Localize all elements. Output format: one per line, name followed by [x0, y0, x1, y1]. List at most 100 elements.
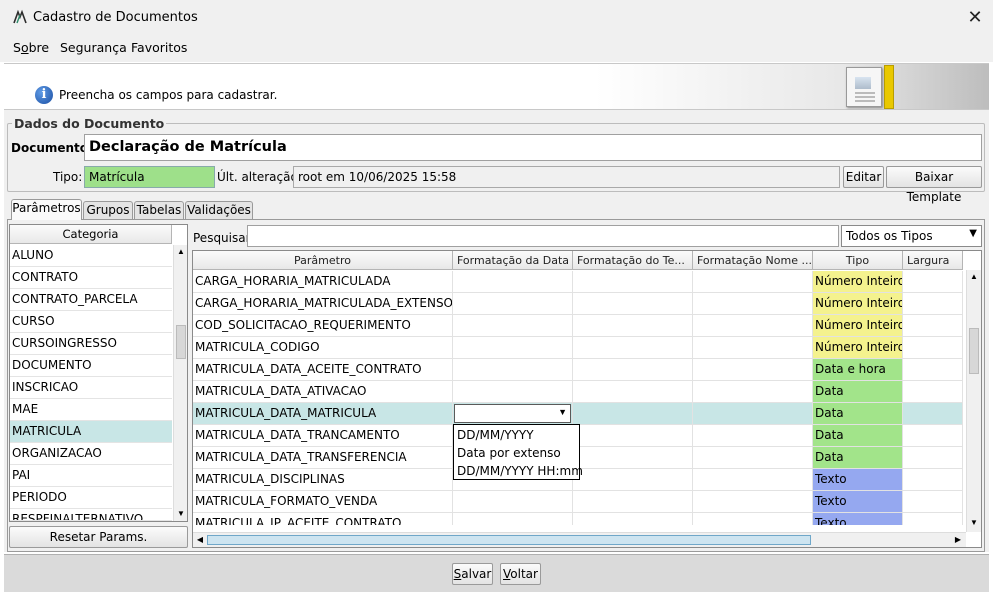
editar-button[interactable]: Editar [843, 166, 884, 188]
type-cell[interactable]: Texto [813, 513, 903, 525]
table-cell[interactable] [903, 315, 963, 337]
tab-grupos[interactable]: Grupos [83, 201, 133, 219]
table-cell[interactable] [573, 425, 693, 447]
list-item[interactable]: ALUNO [10, 245, 172, 267]
table-cell[interactable] [903, 359, 963, 381]
table-cell[interactable] [573, 403, 693, 425]
parameter-cell[interactable]: CARGA_HORARIA_MATRICULADA_EXTENSO [193, 293, 453, 315]
table-cell[interactable] [573, 447, 693, 469]
table-cell[interactable] [693, 403, 813, 425]
type-cell[interactable]: Número Inteiro [813, 293, 903, 315]
scroll-thumb[interactable] [176, 325, 186, 359]
table-cell[interactable] [573, 315, 693, 337]
type-filter-select[interactable]: Todos os Tipos ▼ [841, 225, 982, 247]
table-cell[interactable] [453, 513, 573, 525]
type-cell[interactable]: Data e hora [813, 359, 903, 381]
table-cell[interactable] [693, 315, 813, 337]
parameter-cell[interactable]: COD_SOLICITACAO_REQUERIMENTO [193, 315, 453, 337]
type-cell[interactable]: Data [813, 403, 903, 425]
table-cell[interactable] [693, 293, 813, 315]
parameter-cell[interactable]: MATRICULA_DATA_ACEITE_CONTRATO [193, 359, 453, 381]
list-item-selected[interactable]: MATRICULA [10, 421, 172, 443]
table-cell[interactable] [693, 447, 813, 469]
table-cell[interactable] [693, 469, 813, 491]
list-item[interactable]: CURSOINGRESSO [10, 333, 172, 355]
salvar-button[interactable]: Salvar [452, 563, 493, 585]
grid-vertical-scrollbar[interactable]: ▲ ▼ [966, 270, 981, 532]
table-cell[interactable] [573, 337, 693, 359]
list-item[interactable]: CURSO [10, 311, 172, 333]
table-cell[interactable] [453, 315, 573, 337]
table-cell[interactable] [573, 381, 693, 403]
dropdown-option[interactable]: DD/MM/YYYY HH:mm [457, 464, 583, 478]
type-cell[interactable]: Número Inteiro [813, 271, 903, 293]
table-cell[interactable] [573, 271, 693, 293]
table-cell[interactable] [573, 293, 693, 315]
column-header-tipo[interactable]: Tipo [813, 251, 903, 270]
column-header-formatacao-data[interactable]: Formatação da Data [453, 251, 573, 270]
scroll-thumb[interactable] [969, 328, 979, 374]
column-header-parametro[interactable]: Parâmetro [193, 251, 453, 270]
table-cell[interactable] [453, 381, 573, 403]
table-cell[interactable] [693, 491, 813, 513]
list-item[interactable]: CONTRATO_PARCELA [10, 289, 172, 311]
scroll-down-icon[interactable]: ▼ [967, 516, 981, 530]
table-row[interactable]: MATRICULA_DATA_ACEITE_CONTRATO Data e hor… [193, 359, 965, 381]
menu-seguranca[interactable]: Segurança [60, 40, 127, 55]
scroll-left-icon[interactable]: ◀ [193, 533, 207, 547]
table-cell[interactable] [693, 513, 813, 525]
tab-parametros[interactable]: Parâmetros [11, 199, 82, 220]
table-cell[interactable] [573, 491, 693, 513]
scroll-right-icon[interactable]: ▶ [951, 533, 965, 547]
column-header-formatacao-texto[interactable]: Formatação do Te... [573, 251, 693, 270]
table-row[interactable]: MATRICULA_DATA_ATIVACAO Data [193, 381, 965, 403]
list-item[interactable]: CONTRATO [10, 267, 172, 289]
parameter-cell[interactable]: MATRICULA_DATA_TRANSFERENCIA [193, 447, 453, 469]
table-row[interactable]: COD_SOLICITACAO_REQUERIMENTO Número Intei… [193, 315, 965, 337]
type-cell[interactable]: Texto [813, 491, 903, 513]
list-item[interactable]: ORGANIZACAO [10, 443, 172, 465]
table-cell[interactable] [693, 337, 813, 359]
documento-field[interactable]: Declaração de Matrícula [84, 134, 982, 161]
menu-favoritos[interactable]: Favoritos [131, 40, 187, 55]
baixar-template-button[interactable]: Baixar Template [886, 166, 982, 204]
tab-tabelas[interactable]: Tabelas [134, 201, 184, 219]
table-cell[interactable] [903, 403, 963, 425]
categoria-scrollbar[interactable]: ▲ ▼ [173, 245, 187, 521]
parameter-cell[interactable]: MATRICULA_IP_ACEITE_CONTRATO [193, 513, 453, 525]
table-cell[interactable] [693, 359, 813, 381]
table-cell[interactable] [453, 359, 573, 381]
type-cell[interactable]: Número Inteiro [813, 315, 903, 337]
search-input[interactable] [247, 225, 839, 247]
parameter-cell[interactable]: MATRICULA_DATA_MATRICULA [193, 403, 453, 425]
type-cell[interactable]: Data [813, 447, 903, 469]
parameter-cell[interactable]: MATRICULA_DATA_TRANCAMENTO [193, 425, 453, 447]
resetar-params-button[interactable]: Resetar Params. [9, 526, 188, 548]
scroll-thumb[interactable] [207, 535, 811, 545]
grid-horizontal-scrollbar[interactable]: ◀ ▶ [193, 532, 966, 547]
scroll-up-icon[interactable]: ▲ [174, 245, 188, 259]
table-cell[interactable] [693, 425, 813, 447]
date-format-combo[interactable]: ▼ [454, 404, 571, 423]
voltar-button[interactable]: Voltar [500, 563, 541, 585]
tab-validacoes[interactable]: Validações [185, 201, 253, 219]
table-row[interactable]: MATRICULA_FORMATO_VENDA Texto [193, 491, 965, 513]
list-item[interactable]: PERIODO [10, 487, 172, 509]
close-icon[interactable]: ✕ [960, 4, 990, 30]
table-cell[interactable] [903, 491, 963, 513]
parameter-cell[interactable]: CARGA_HORARIA_MATRICULADA [193, 271, 453, 293]
table-cell[interactable] [453, 271, 573, 293]
table-cell[interactable] [903, 513, 963, 525]
table-cell[interactable] [453, 491, 573, 513]
dropdown-option[interactable]: DD/MM/YYYY [457, 428, 534, 442]
parameter-cell[interactable]: MATRICULA_DATA_ATIVACAO [193, 381, 453, 403]
table-cell[interactable] [573, 359, 693, 381]
table-cell[interactable] [903, 337, 963, 359]
list-item[interactable]: DOCUMENTO [10, 355, 172, 377]
table-cell[interactable] [693, 271, 813, 293]
list-item[interactable]: INSCRICAO [10, 377, 172, 399]
dropdown-option[interactable]: Data por extenso [457, 446, 561, 460]
parameter-cell[interactable]: MATRICULA_DISCIPLINAS [193, 469, 453, 491]
parameter-cell[interactable]: MATRICULA_CODIGO [193, 337, 453, 359]
table-cell[interactable] [573, 513, 693, 525]
